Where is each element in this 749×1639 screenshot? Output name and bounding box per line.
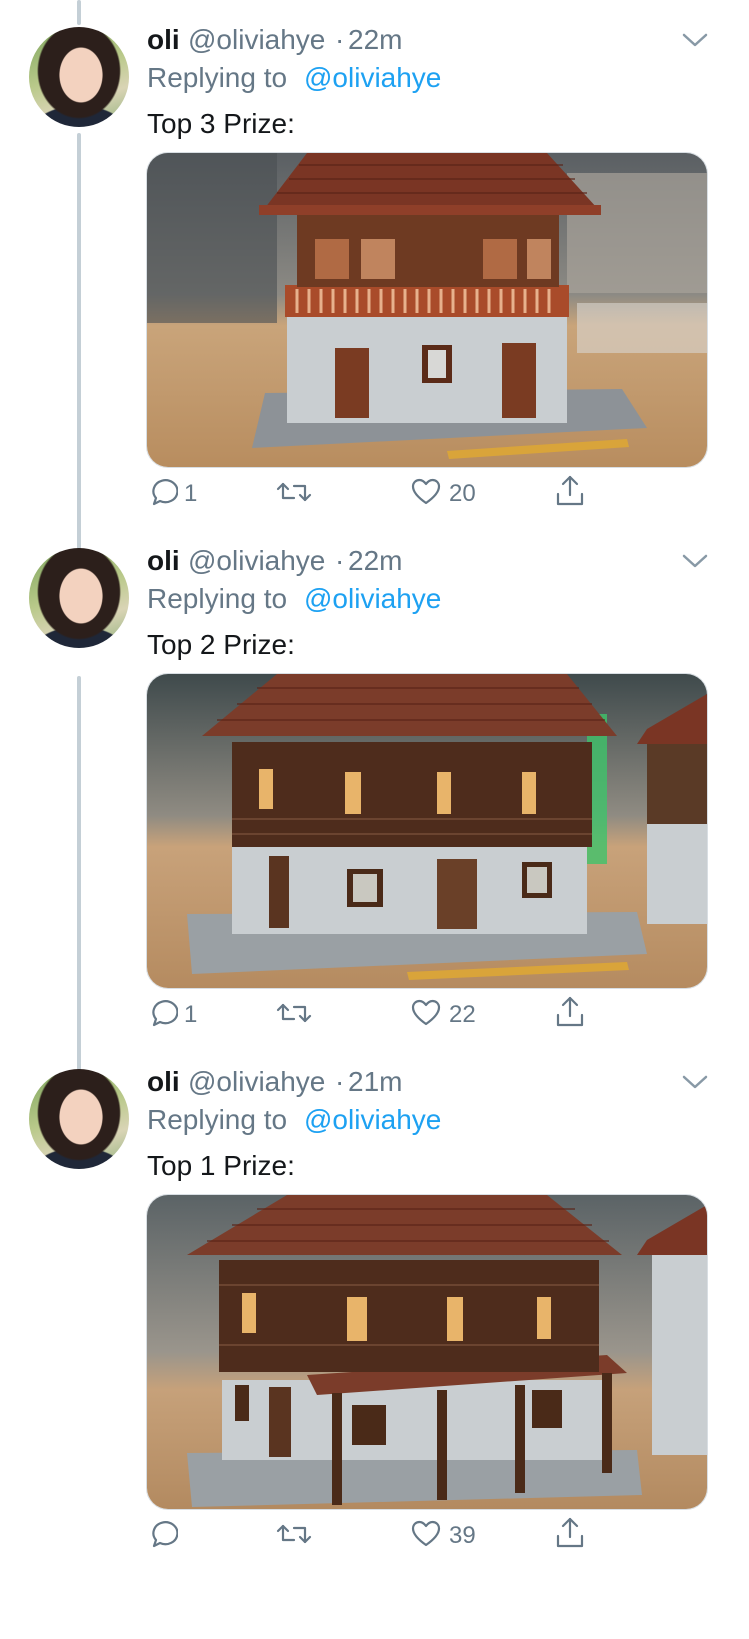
house-model-photo [147, 153, 707, 467]
like-count: 39 [449, 1522, 476, 1549]
display-name[interactable]: oli [147, 1066, 180, 1098]
house-model-photo [147, 1195, 707, 1509]
share-icon[interactable] [554, 1516, 586, 1550]
reply-icon[interactable] [146, 997, 178, 1029]
timestamp[interactable]: 22m [348, 545, 402, 577]
separator-dot: · [335, 545, 345, 576]
chevron-down-icon[interactable] [682, 1072, 708, 1092]
user-handle[interactable]: @oliviahye [188, 545, 325, 577]
avatar[interactable] [29, 548, 129, 648]
replying-to-label: Replying to [147, 583, 288, 614]
chevron-down-icon[interactable] [682, 30, 708, 50]
timestamp[interactable]: 21m [348, 1066, 402, 1098]
replying-to-handle-link[interactable]: @oliviahye [304, 62, 441, 94]
tweet-media-image[interactable] [146, 1194, 708, 1510]
tweet[interactable]: oli @oliviahye · 22m Replying to @olivia… [0, 521, 749, 1061]
avatar[interactable] [29, 1069, 129, 1169]
separator-dot: · [335, 24, 345, 55]
tweet-media-image[interactable] [146, 152, 708, 468]
user-handle[interactable]: @oliviahye [188, 24, 325, 56]
share-icon[interactable] [554, 474, 586, 508]
tweet-text: Top 2 Prize: [147, 629, 295, 660]
retweet-icon[interactable] [276, 997, 312, 1029]
tweet[interactable]: oli @oliviahye · 22m Replying to @olivia… [0, 0, 749, 540]
tweet[interactable]: oli @oliviahye · 21m Replying to @olivia… [0, 1042, 749, 1582]
heart-icon[interactable] [410, 997, 442, 1029]
reply-icon[interactable] [146, 476, 178, 508]
retweet-icon[interactable] [276, 476, 312, 508]
replying-to-handle-link[interactable]: @oliviahye [304, 583, 441, 615]
tweet-media-image[interactable] [146, 673, 708, 989]
timestamp[interactable]: 22m [348, 24, 402, 56]
display-name[interactable]: oli [147, 24, 180, 56]
like-count: 20 [449, 480, 476, 507]
display-name[interactable]: oli [147, 545, 180, 577]
chevron-down-icon[interactable] [682, 551, 708, 571]
replying-to-handle-link[interactable]: @oliviahye [304, 1104, 441, 1136]
tweet-text: Top 3 Prize: [147, 108, 295, 139]
house-model-photo [147, 674, 707, 988]
heart-icon[interactable] [410, 1518, 442, 1550]
tweet-text: Top 1 Prize: [147, 1150, 295, 1181]
share-icon[interactable] [554, 995, 586, 1029]
replying-to-label: Replying to [147, 1104, 288, 1135]
heart-icon[interactable] [410, 476, 442, 508]
separator-dot: · [335, 1066, 345, 1097]
reply-count: 1 [184, 1001, 198, 1028]
user-handle[interactable]: @oliviahye [188, 1066, 325, 1098]
reply-count: 1 [184, 480, 198, 507]
replying-to-label: Replying to [147, 62, 288, 93]
retweet-icon[interactable] [276, 1518, 312, 1550]
reply-icon[interactable] [146, 1518, 178, 1550]
avatar[interactable] [29, 27, 129, 127]
like-count: 22 [449, 1001, 476, 1028]
